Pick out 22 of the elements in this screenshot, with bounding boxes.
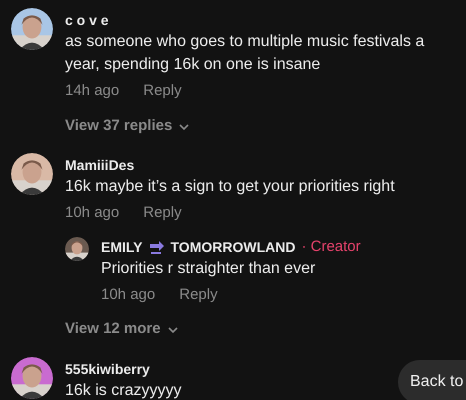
timestamp: 10h ago: [65, 203, 120, 223]
chevron-down-icon: [166, 326, 179, 334]
reply-button[interactable]: Reply: [179, 284, 218, 306]
view-replies-button[interactable]: View 37 replies: [65, 114, 458, 137]
chevron-down-icon: [178, 122, 190, 131]
username[interactable]: TOMORROWLAND: [170, 236, 296, 256]
reply-button[interactable]: Reply: [143, 202, 182, 224]
username[interactable]: c o v e: [65, 8, 458, 30]
arrow-right-icon: [148, 240, 164, 254]
username[interactable]: 555kiwiberry: [65, 356, 182, 378]
view-replies-button[interactable]: View 12 more: [65, 318, 395, 340]
comment-text: 16k maybe it’s a sign to get your priorities right: [65, 177, 395, 197]
comment-text: 16k is crazyyyyy: [65, 380, 182, 400]
reply-button[interactable]: Reply: [143, 80, 182, 102]
username[interactable]: EMILY: [101, 236, 142, 256]
username[interactable]: MamiiiDes: [65, 153, 395, 175]
comment-text: as someone who goes to multiple music festivals a year, spending 16k on one is insane: [65, 32, 426, 75]
comment-text: Priorities r straighter than ever: [101, 258, 316, 278]
timestamp: 14h ago: [65, 81, 120, 101]
timestamp: 10h ago: [101, 284, 156, 304]
creator-label: · Creator: [301, 236, 361, 256]
back-button[interactable]: Back to: [398, 360, 466, 400]
